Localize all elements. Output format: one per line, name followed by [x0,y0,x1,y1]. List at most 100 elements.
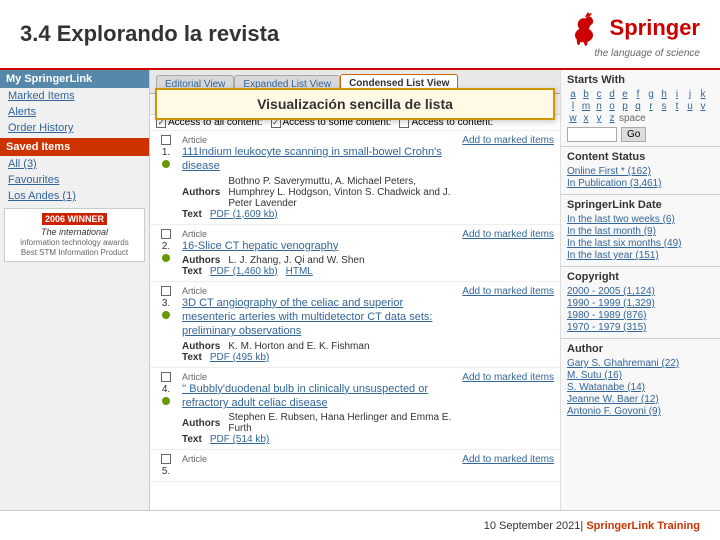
author-title: Author [567,343,714,355]
copyright-title: Copyright [567,271,714,283]
article-5-num: 5. [162,466,170,477]
article-4-title[interactable]: '' Bubbly'duodenal bulb in clinically un… [182,382,456,411]
article-2-body: Article 16-Slice CT hepatic venography A… [182,229,456,277]
sidebar-marked-items[interactable]: Marked Items [0,88,149,104]
alpha-space[interactable]: space [619,113,646,124]
article-2-html-link[interactable]: HTML [286,266,313,277]
article-2-authors-val: L. J. Zhang, J. Qi and W. Shen [228,255,364,266]
author-section: Author Gary S. Ghahremani (22) M. Sutu (… [561,338,720,422]
article-4-authors-row: Authors Stephen E. Rubsen, Hana Herlinge… [182,412,456,434]
article-4-checkbox[interactable] [161,372,171,382]
article-2-pdf-link[interactable]: PDF (1,460 kb) [210,266,278,277]
article-3-pdf-link[interactable]: PDF (495 kb) [210,352,269,363]
alpha-m[interactable]: m [580,101,592,112]
article-num-col: 3. [156,286,176,319]
alpha-v[interactable]: v [697,101,709,112]
article-list: 1. Article 111Indium leukocyte scanning … [150,131,560,491]
copy1-link[interactable]: 2000 - 2005 (1,124) [567,286,714,297]
article-5-checkbox[interactable] [161,454,171,464]
content-status-title: Content Status [567,151,714,163]
alpha-w[interactable]: w [567,113,579,124]
two-weeks-link[interactable]: In the last two weeks (6) [567,214,714,225]
table-row: 1. Article 111Indium leukocyte scanning … [150,131,560,225]
article-2-checkbox[interactable] [161,229,171,239]
alpha-d[interactable]: d [606,89,618,100]
author2-link[interactable]: M. Sutu (16) [567,370,714,381]
article-3-num: 3. [162,298,170,309]
sidebar-order-history[interactable]: Order History [0,120,149,136]
saved-items-title: Saved Items [0,138,149,156]
left-sidebar: My SpringerLink Marked Items Alerts Orde… [0,70,150,510]
article-num-col: 1. [156,135,176,168]
article-4-pdf-link[interactable]: PDF (514 kb) [210,434,269,445]
article-2-title[interactable]: 16-Slice CT hepatic venography [182,239,456,253]
one-year-link[interactable]: In the last year (151) [567,250,714,261]
article-num-col: 5. [156,454,176,477]
footer: 10 September 2021| SpringerLink Training [0,510,720,540]
alpha-q[interactable]: q [632,101,644,112]
article-3-text-label: Text [182,352,202,363]
article-num-col: 2. [156,229,176,262]
starts-with-title: Starts With [567,74,714,86]
sidebar-los-andes[interactable]: Los Andes (1) [0,188,149,204]
starts-with-input[interactable] [567,127,617,142]
alpha-l[interactable]: l [567,101,579,112]
article-1-add-marked[interactable]: Add to marked items [462,135,554,146]
sidebar-all[interactable]: All (3) [0,156,149,172]
article-2-type: Article [182,229,456,239]
sidebar-favourites[interactable]: Favourites [0,172,149,188]
article-3-checkbox[interactable] [161,286,171,296]
article-1-access-dot [162,160,170,168]
alpha-r[interactable]: r [645,101,657,112]
alpha-o[interactable]: o [606,101,618,112]
alpha-a[interactable]: a [567,89,579,100]
alpha-y[interactable]: y [593,113,605,124]
article-5-add-marked[interactable]: Add to marked items [462,454,554,465]
viz-banner: Visualización sencilla de lista [155,88,555,120]
copy2-link[interactable]: 1990 - 1999 (1,329) [567,298,714,309]
article-1-pdf-link[interactable]: PDF (1,609 kb) [210,209,278,220]
alpha-c[interactable]: c [593,89,605,100]
author3-link[interactable]: S. Watanabe (14) [567,382,714,393]
copy4-link[interactable]: 1970 - 1979 (315) [567,322,714,333]
article-4-num: 4. [162,384,170,395]
alpha-g[interactable]: g [645,89,657,100]
alpha-u[interactable]: u [684,101,696,112]
alpha-z[interactable]: z [606,113,618,124]
alpha-e[interactable]: e [619,89,631,100]
author5-link[interactable]: Antonio F. Govoni (9) [567,406,714,417]
alpha-p[interactable]: p [619,101,631,112]
copy3-link[interactable]: 1980 - 1989 (876) [567,310,714,321]
alpha-x[interactable]: x [580,113,592,124]
sidebar-alerts[interactable]: Alerts [0,104,149,120]
author1-link[interactable]: Gary S. Ghahremani (22) [567,358,714,369]
article-1-title[interactable]: 111Indium leukocyte scanning in small-bo… [182,145,456,174]
footer-link[interactable]: SpringerLink Training [586,520,700,532]
alpha-s[interactable]: s [658,101,670,112]
online-first-link[interactable]: Online First * (162) [567,166,714,177]
article-3-access-dot [162,311,170,319]
alpha-k[interactable]: k [697,89,709,100]
springer-tagline: the language of science [594,48,700,59]
alpha-j[interactable]: j [684,89,696,100]
alpha-f[interactable]: f [632,89,644,100]
alpha-b[interactable]: b [580,89,592,100]
article-3-add-marked[interactable]: Add to marked items [462,286,554,297]
author4-link[interactable]: Jeanne W. Baer (12) [567,394,714,405]
in-publication-link[interactable]: In Publication (3,461) [567,178,714,189]
article-1-text-label: Text [182,209,202,220]
alpha-i[interactable]: i [671,89,683,100]
go-button[interactable]: Go [621,127,646,142]
article-1-checkbox[interactable] [161,135,171,145]
six-months-link[interactable]: In the last six months (49) [567,238,714,249]
article-3-title[interactable]: 3D CT angiography of the celiac and supe… [182,296,456,339]
article-2-add-marked[interactable]: Add to marked items [462,229,554,240]
alpha-t[interactable]: t [671,101,683,112]
article-1-text-row: Text PDF (1,609 kb) [182,209,456,220]
article-2-authors-row: Authors L. J. Zhang, J. Qi and W. Shen [182,255,456,266]
article-1-authors-label: Authors [182,187,220,198]
one-month-link[interactable]: In the last month (9) [567,226,714,237]
alpha-n[interactable]: n [593,101,605,112]
article-4-add-marked[interactable]: Add to marked items [462,372,554,383]
alpha-h[interactable]: h [658,89,670,100]
